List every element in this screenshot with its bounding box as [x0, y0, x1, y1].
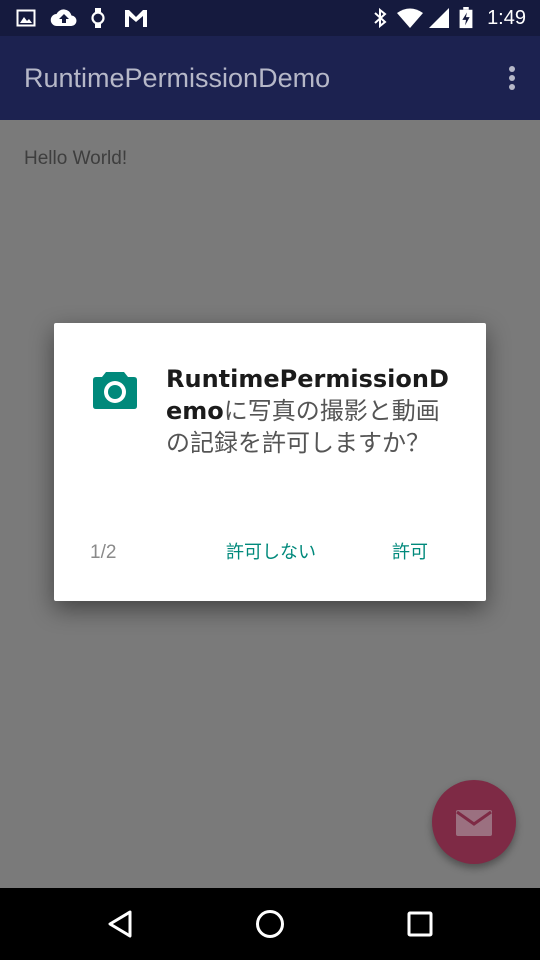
camera-icon: [93, 372, 137, 409]
navigation-bar: [0, 888, 540, 960]
email-icon: [456, 810, 492, 836]
bluetooth-icon: [374, 7, 387, 29]
cloud-upload-icon: [50, 9, 77, 27]
home-icon[interactable]: [250, 904, 290, 944]
back-icon[interactable]: [100, 904, 140, 944]
cell-signal-icon: [429, 8, 449, 28]
deny-button[interactable]: 許可しない: [226, 539, 316, 567]
status-bar: 1:49: [0, 0, 540, 36]
battery-charging-icon: [459, 7, 473, 29]
permission-counter: 1/2: [90, 542, 117, 563]
permission-message: RuntimePermissionDemoに写真の撮影と動画の記録を許可しますか…: [166, 363, 456, 459]
image-icon: [16, 9, 36, 27]
hello-text: Hello World!: [24, 148, 128, 169]
app-bar: RuntimePermissionDemo: [0, 36, 540, 120]
permission-dialog: RuntimePermissionDemoに写真の撮影と動画の記録を許可しますか…: [54, 323, 486, 601]
app-title: RuntimePermissionDemo: [24, 63, 331, 93]
gmail-icon: [125, 10, 147, 27]
watch-icon: [91, 8, 105, 28]
allow-button[interactable]: 許可: [392, 539, 428, 567]
overflow-menu-icon[interactable]: [504, 64, 520, 92]
email-fab-button[interactable]: [432, 780, 516, 864]
status-time: 1:49: [487, 7, 526, 29]
wifi-icon: [397, 8, 423, 28]
recents-icon[interactable]: [400, 904, 440, 944]
